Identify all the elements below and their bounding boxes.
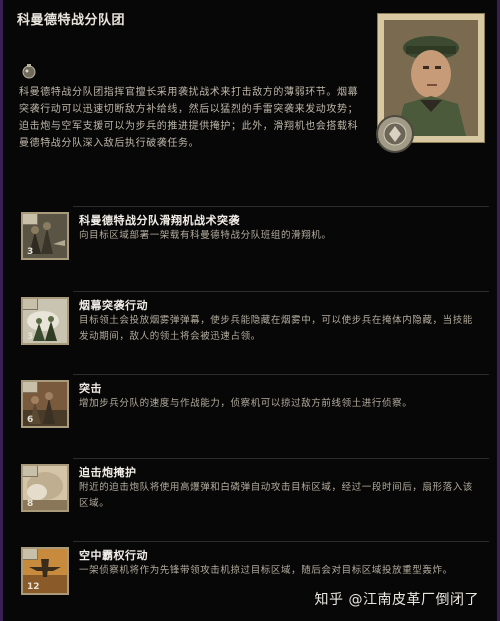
ability-cost: 8 (27, 499, 34, 509)
ability-name: 空中霸权行动 (79, 549, 148, 562)
assault-icon: 6 (21, 380, 69, 428)
ability-smoke-raid[interactable]: 3 烟幕突袭行动 目标领土会投放烟雾弹弹幕，使步兵能隐藏在烟雾中，可以使步兵在掩… (19, 291, 489, 357)
watermark: 知乎 @江南皮革厂倒闭了 (314, 592, 479, 608)
ability-divider (73, 374, 489, 375)
ability-name: 科曼德特战分队滑翔机战术突袭 (79, 214, 240, 227)
air-supremacy-icon: 12 (21, 547, 69, 595)
ability-divider (73, 291, 489, 292)
ability-text: 目标领土会投放烟雾弹弹幕，使步兵能隐藏在烟雾中，可以使步兵在掩体内隐藏，当技能发… (79, 315, 473, 342)
ability-cost: 3 (27, 332, 34, 342)
ability-text: 一架侦察机将作为先锋带领攻击机掠过目标区域，随后会对目标区域投放重型轰炸。 (79, 565, 453, 576)
grenade-emblem-icon (22, 64, 36, 79)
ability-assault[interactable]: 6 突击 增加步兵分队的速度与作战能力，侦察机可以掠过敌方前线领土进行侦察。 (19, 374, 489, 440)
smoke-raid-icon: 3 (21, 297, 69, 345)
ability-text: 附近的迫击炮队将使用高爆弹和白磷弹自动攻击目标区域，经过一段时间后，扇形落入该区… (79, 482, 473, 509)
commander-description: 科曼德特战分队团指挥官擅长采用袭扰战术来打击敌方的薄弱环节。烟幕突袭行动可以迅速… (19, 87, 359, 149)
ability-name: 迫击炮掩护 (79, 466, 137, 479)
ability-divider (73, 458, 489, 459)
ability-cost: 3 (27, 247, 34, 257)
ability-name: 突击 (79, 382, 102, 395)
ability-cost: 12 (27, 582, 40, 592)
ability-badge (23, 466, 38, 477)
ability-badge (23, 214, 38, 225)
ability-badge (23, 382, 38, 393)
commander-panel: 科曼德特战分队团 科曼德特战分队团指挥官擅长采用袭扰战术来打击敌方的薄弱环节。烟… (0, 0, 500, 621)
ability-badge (23, 549, 38, 560)
commander-medal-icon (376, 115, 414, 153)
commander-title: 科曼德特战分队团 (17, 13, 126, 28)
ability-cost: 6 (27, 415, 34, 425)
glider-squad-icon: 3 (21, 212, 69, 260)
ability-divider (73, 206, 489, 207)
ability-text: 增加步兵分队的速度与作战能力，侦察机可以掠过敌方前线领土进行侦察。 (79, 398, 413, 409)
ability-text: 向目标区域部署一架载有科曼德特战分队班组的滑翔机。 (79, 230, 332, 241)
ability-divider (73, 541, 489, 542)
ability-badge (23, 299, 38, 310)
ability-glider-raid[interactable]: 3 科曼德特战分队滑翔机战术突袭 向目标区域部署一架载有科曼德特战分队班组的滑翔… (19, 206, 489, 272)
ability-name: 烟幕突袭行动 (79, 299, 148, 312)
ability-mortar-cover[interactable]: 8 迫击炮掩护 附近的迫击炮队将使用高爆弹和白磷弹自动攻击目标区域，经过一段时间… (19, 458, 489, 524)
mortar-cover-icon: 8 (21, 464, 69, 512)
